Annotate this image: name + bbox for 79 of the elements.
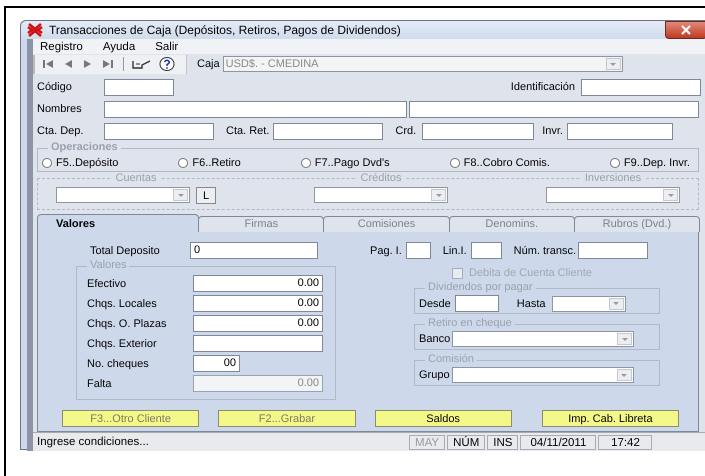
close-icon	[680, 25, 692, 35]
amount-field[interactable]: 0.00	[193, 295, 323, 312]
invr-label: Invr.	[542, 125, 563, 137]
status-indicator: MAY	[409, 434, 446, 450]
help-icon[interactable]	[158, 56, 176, 72]
codigo-label: Código	[37, 81, 73, 93]
group-title: Operaciones	[48, 141, 121, 154]
cta-dep-field[interactable]	[104, 122, 214, 140]
amount-field[interactable]	[193, 335, 323, 352]
total-deposito-field[interactable]: 0	[190, 242, 318, 259]
identificacion-field[interactable]	[581, 78, 701, 96]
nombres-field[interactable]	[104, 100, 407, 118]
banco-dropdown[interactable]	[452, 331, 634, 347]
app-icon	[27, 23, 43, 37]
group-title: Dividendos por pagar	[425, 281, 536, 294]
crd-label: Crd.	[395, 125, 416, 137]
dropdown[interactable]	[56, 187, 190, 203]
l-button[interactable]: L	[196, 187, 216, 204]
pag-field[interactable]	[406, 242, 431, 259]
radio-label: F5..Depósito	[56, 156, 118, 168]
window-title: Transacciones de Caja (Depósitos, Retiros, Pagos de Dividendos)	[49, 23, 401, 37]
menu-item[interactable]: Registro	[39, 41, 84, 53]
group-title: Retiro en cheque	[425, 317, 515, 330]
crd-field[interactable]	[422, 122, 534, 140]
value-label: Chqs. Locales	[87, 298, 158, 310]
cta-ret-field[interactable]	[273, 122, 384, 140]
nombres-label: Nombres	[37, 103, 83, 115]
desde-label: Desde	[419, 298, 451, 310]
lin-label: Lin.I.	[442, 244, 467, 256]
nombres-field[interactable]	[409, 100, 699, 118]
status-indicator: NÚM	[447, 434, 486, 450]
amount-field[interactable]: 0.00	[193, 315, 323, 332]
status-message: Ingrese condiciones...	[36, 436, 150, 448]
radio-option[interactable]: F5..Depósito	[42, 156, 118, 168]
radio-option[interactable]: F6..Retiro	[178, 156, 241, 168]
amount-field[interactable]: 0.00	[193, 275, 323, 292]
action-button[interactable]: Saldos	[374, 410, 512, 427]
grupo-label: Grupo	[419, 369, 450, 381]
last-record-icon[interactable]	[101, 58, 115, 70]
codigo-field[interactable]	[104, 78, 174, 96]
value-label: Efectivo	[87, 278, 128, 290]
cta-ret-label: Cta. Ret.	[226, 125, 270, 137]
status-time: 17:42	[598, 434, 652, 450]
hasta-dropdown[interactable]	[552, 296, 626, 312]
dropdown[interactable]	[314, 187, 448, 203]
status-indicator: INS	[487, 434, 518, 450]
value-label: Falta	[87, 378, 112, 390]
value-label: Chqs. Exterior	[87, 338, 158, 350]
cta-dep-label: Cta. Dep.	[37, 125, 84, 137]
menu-item[interactable]: Ayuda	[102, 41, 136, 53]
grupo-dropdown[interactable]	[452, 367, 634, 383]
value-label: Chqs. O. Plazas	[87, 318, 168, 330]
close-button[interactable]	[665, 21, 705, 39]
radio-label: F6..Retiro	[192, 156, 241, 168]
first-record-icon[interactable]	[41, 58, 55, 70]
desde-field[interactable]	[454, 295, 499, 312]
radio-label: F7..Pago Dvd's	[314, 156, 390, 168]
total-deposito-label: Total Deposito	[90, 244, 161, 256]
dropdown[interactable]	[546, 187, 680, 203]
caja-label: Caja	[197, 58, 220, 70]
value-label: No. cheques	[87, 358, 150, 370]
radio-option[interactable]: F9..Dep. Invr.	[610, 156, 690, 168]
menu-item[interactable]: Salir	[154, 41, 180, 53]
num-transc-field[interactable]	[578, 242, 648, 259]
caja-value: USD$. - CMEDINA	[224, 58, 319, 70]
radio-label: F9..Dep. Invr.	[624, 156, 690, 168]
tab[interactable]: Valores	[37, 214, 200, 232]
status-date: 04/11/2011	[520, 434, 596, 450]
identificacion-label: Identificación	[510, 81, 575, 93]
checkbox-label: Debita de Cuenta Cliente	[469, 267, 592, 279]
lin-field[interactable]	[470, 242, 502, 259]
banco-label: Banco	[419, 333, 450, 345]
radio-option[interactable]: F7..Pago Dvd's	[300, 156, 390, 168]
action-button[interactable]: Imp. Cab. Libreta	[542, 410, 679, 427]
amount-field[interactable]: 00	[193, 355, 240, 372]
invr-field[interactable]	[566, 122, 673, 140]
num-transc-label: Núm. transc.	[514, 244, 576, 256]
pag-label: Pag. I.	[370, 244, 402, 256]
hasta-label: Hasta	[516, 298, 546, 310]
